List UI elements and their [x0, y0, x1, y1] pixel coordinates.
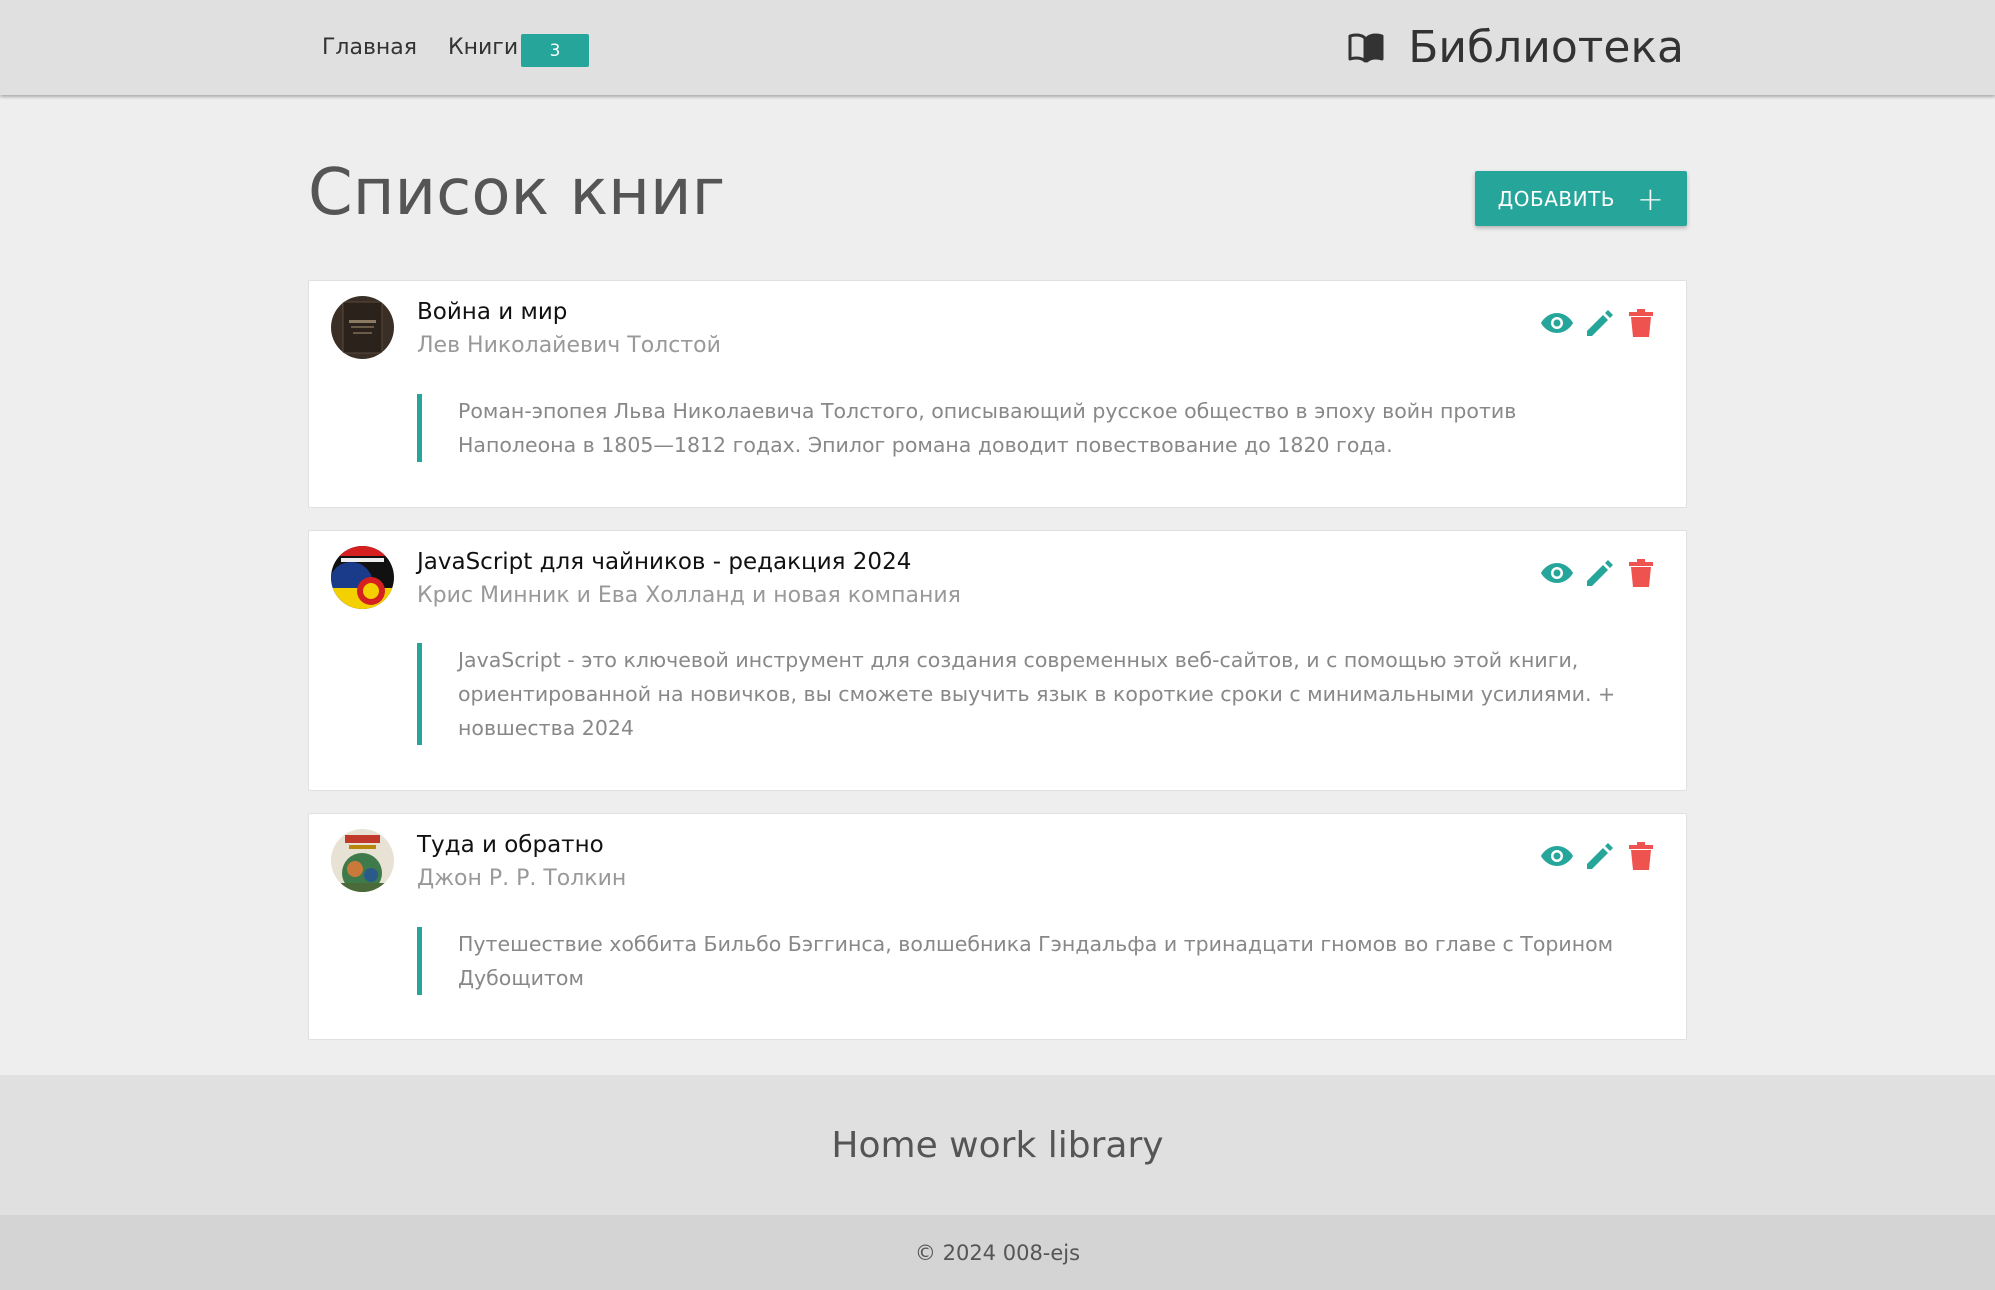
trash-icon[interactable]	[1624, 556, 1658, 590]
brand-title: Библиотека	[1408, 22, 1684, 73]
trash-icon[interactable]	[1624, 839, 1658, 873]
book-title: JavaScript для чайников - редакция 2024	[417, 549, 912, 575]
books-count-badge: 3	[521, 34, 589, 67]
book-title: Туда и обратно	[417, 832, 604, 858]
book-author: Лев Николайевич Толстой	[417, 333, 721, 358]
book-card: Война и мир Лев Николайевич Толстой Рома…	[308, 280, 1687, 508]
pencil-icon[interactable]	[1582, 839, 1616, 873]
plus-icon: +	[1637, 179, 1665, 218]
book-cover-avatar	[331, 296, 394, 359]
eye-icon[interactable]	[1540, 839, 1574, 873]
footer-title: Home work library	[831, 1124, 1164, 1166]
book-card: Туда и обратно Джон Р. Р. Толкин Путешес…	[308, 813, 1687, 1040]
trash-icon[interactable]	[1624, 306, 1658, 340]
book-actions	[1540, 839, 1658, 873]
eye-icon[interactable]	[1540, 306, 1574, 340]
add-book-button[interactable]: ДОБАВИТЬ +	[1475, 171, 1687, 226]
navbar: Главная Книги 3 Библиотека	[0, 0, 1995, 95]
book-description: Путешествие хоббита Бильбо Бэггинса, вол…	[417, 927, 1627, 995]
book-description: Роман-эпопея Льва Николаевича Толстого, …	[417, 394, 1627, 462]
footer: Home work library	[0, 1075, 1995, 1215]
brand-logo[interactable]: Библиотека	[1348, 0, 1684, 95]
pencil-icon[interactable]	[1582, 306, 1616, 340]
add-button-label: ДОБАВИТЬ	[1497, 186, 1616, 211]
nav-link-books[interactable]: Книги	[448, 0, 518, 95]
eye-icon[interactable]	[1540, 556, 1574, 590]
nav-link-home[interactable]: Главная	[322, 0, 417, 95]
book-author: Крис Минник и Ева Холланд и новая компан…	[417, 583, 961, 608]
page-title: Список книг	[308, 156, 726, 230]
open-book-icon	[1348, 32, 1384, 63]
book-cover-avatar	[331, 829, 394, 892]
book-actions	[1540, 306, 1658, 340]
book-cover-avatar	[331, 546, 394, 609]
book-description: JavaScript - это ключевой инструмент для…	[417, 643, 1627, 745]
book-title: Война и мир	[417, 299, 568, 325]
book-card: JavaScript для чайников - редакция 2024 …	[308, 530, 1687, 791]
book-author: Джон Р. Р. Толкин	[417, 866, 627, 891]
pencil-icon[interactable]	[1582, 556, 1616, 590]
footer-copyright: © 2024 008-ejs	[0, 1215, 1995, 1290]
book-actions	[1540, 556, 1658, 590]
